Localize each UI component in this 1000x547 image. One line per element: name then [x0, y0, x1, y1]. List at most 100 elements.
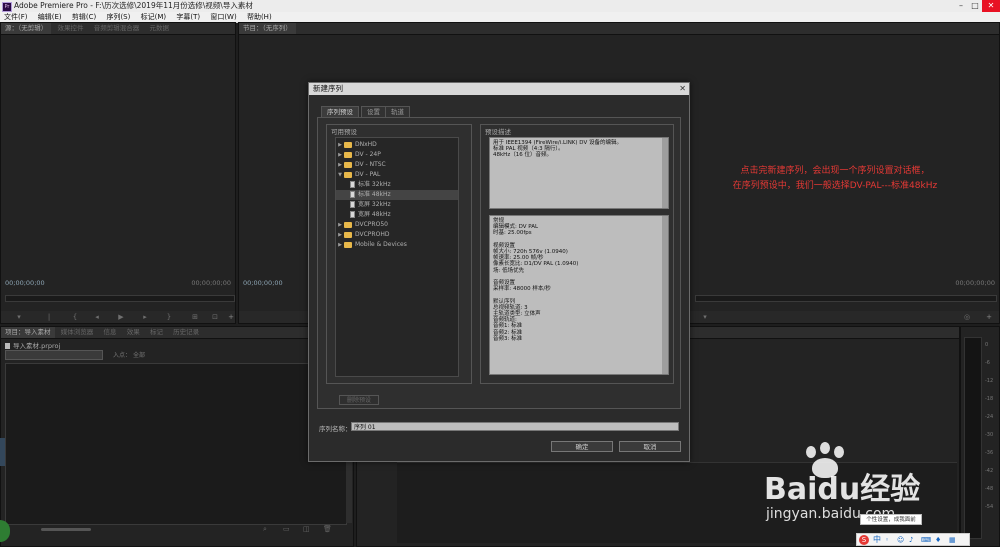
menu-sequence[interactable]: 序列(S): [106, 12, 130, 22]
expand-arrow-icon[interactable]: ▶: [336, 160, 344, 170]
ime-tooltip: 个性设置，成我面前: [860, 514, 922, 525]
search-icon[interactable]: ⌕: [263, 525, 267, 534]
tab-audio-clip-mixer[interactable]: 音频剪辑混合器: [90, 23, 144, 34]
preset-tree: ▶ DNxHD ▶ DV - 24P ▶ DV - NTSC ▼ DV - PAL 标准…: [335, 137, 459, 377]
export-frame-icon[interactable]: ◎: [963, 313, 971, 321]
tab-program[interactable]: 节目：（无序列）: [239, 23, 296, 34]
delete-preset-button[interactable]: 删除预设: [339, 395, 379, 405]
tree-item-widescreen-48khz[interactable]: 宽屏 48kHz: [336, 210, 458, 220]
project-zoom-slider[interactable]: [41, 528, 91, 531]
tree-item-widescreen-32khz[interactable]: 宽屏 32kHz: [336, 200, 458, 210]
tool-strip[interactable]: [0, 438, 5, 466]
expand-arrow-icon[interactable]: ▶: [336, 230, 344, 240]
tree-item-dvcprohd[interactable]: ▶ DVCPROHD: [336, 230, 458, 240]
description-scrollbar[interactable]: [662, 138, 668, 208]
tab-media-browser[interactable]: 媒体浏览器: [57, 327, 98, 338]
project-filter[interactable]: 入点： 全部: [113, 350, 145, 359]
preset-file-icon: [350, 191, 355, 198]
ime-language-label[interactable]: 中: [873, 534, 881, 546]
tree-item-label: DV - NTSC: [355, 161, 386, 168]
expand-arrow-icon[interactable]: ▶: [336, 150, 344, 160]
baidu-brand-text: Baidu经验: [764, 472, 921, 507]
project-filter-label: 入点：: [113, 352, 132, 359]
keyboard-icon[interactable]: ⌨: [921, 534, 931, 546]
tab-metadata[interactable]: 元数据: [145, 23, 173, 34]
mark-in-icon[interactable]: ▾: [15, 313, 23, 321]
menu-help[interactable]: 帮助(H): [247, 12, 272, 22]
collapse-arrow-icon[interactable]: ▼: [336, 170, 344, 180]
step-back-icon[interactable]: ◂: [93, 313, 101, 321]
tree-item-label: DV - 24P: [355, 151, 381, 158]
voice-icon[interactable]: ♪: [909, 534, 913, 546]
folder-icon: [344, 161, 352, 168]
window-title: Adobe Premiere Pro - F:\历次选修\2019年11月份选修…: [14, 1, 253, 10]
toolbox-icon[interactable]: ▦: [949, 534, 956, 546]
dialog-close-icon[interactable]: ✕: [679, 83, 686, 95]
go-to-out-icon[interactable]: }: [165, 313, 173, 321]
folder-icon: [344, 241, 352, 248]
menu-clip[interactable]: 剪辑(C): [72, 12, 96, 22]
menu-window[interactable]: 窗口(W): [210, 12, 236, 22]
project-search-input[interactable]: [5, 350, 103, 360]
insert-icon[interactable]: ⊞: [191, 313, 199, 321]
step-forward-icon[interactable]: ▸: [141, 313, 149, 321]
tree-item-dv-24p[interactable]: ▶ DV - 24P: [336, 150, 458, 160]
details-scrollbar[interactable]: [662, 216, 668, 374]
tree-item-dnxhd[interactable]: ▶ DNxHD: [336, 140, 458, 150]
project-file-row: 导入素材.prproj: [5, 340, 60, 350]
tree-item-label: Mobile & Devices: [355, 241, 407, 248]
add-button-icon[interactable]: +: [227, 313, 235, 321]
details-box: 常规 编辑模式: DV PAL 时基: 25.00fps 视频设置 帧大小: 7…: [489, 215, 669, 375]
skin-icon[interactable]: ♦: [935, 534, 941, 546]
program-add-button-icon[interactable]: +: [985, 313, 993, 321]
meter-label: -24: [985, 414, 994, 420]
play-icon[interactable]: ▶: [117, 313, 125, 321]
close-icon[interactable]: ✕: [982, 0, 1000, 12]
tree-item-label: 宽屏 32kHz: [358, 201, 391, 208]
punctuation-icon[interactable]: ◦: [885, 534, 889, 546]
tab-markers[interactable]: 标记: [146, 327, 167, 338]
audio-meter-panel: [960, 326, 1000, 547]
new-bin-icon[interactable]: ▭: [283, 525, 290, 533]
program-mark-in-icon[interactable]: ▾: [701, 313, 709, 321]
menu-marker[interactable]: 标记(M): [141, 12, 167, 22]
emoji-icon[interactable]: ☺: [897, 534, 904, 546]
expand-arrow-icon[interactable]: ▶: [336, 140, 344, 150]
mark-out-icon[interactable]: |: [45, 313, 53, 321]
expand-arrow-icon[interactable]: ▶: [336, 220, 344, 230]
expand-arrow-icon[interactable]: ▶: [336, 240, 344, 250]
tab-effect-controls[interactable]: 效果控件: [53, 23, 87, 34]
new-item-icon[interactable]: ◫: [303, 525, 310, 533]
overwrite-icon[interactable]: ⊡: [211, 313, 219, 321]
tree-item-standard-48khz[interactable]: 标准 48kHz: [336, 190, 458, 200]
tree-item-label: DVCPRO50: [355, 221, 388, 228]
trash-icon[interactable]: 🗑: [323, 525, 332, 533]
menu-file[interactable]: 文件(F): [4, 12, 28, 22]
project-bin-area[interactable]: [5, 363, 347, 525]
sogou-ime-icon[interactable]: S: [859, 535, 869, 545]
minimize-icon[interactable]: –: [954, 0, 968, 12]
sequence-name-input[interactable]: 序列 01: [351, 422, 679, 431]
tab-history[interactable]: 历史记录: [169, 327, 203, 338]
project-file-name: 导入素材.prproj: [13, 342, 61, 350]
tab-project[interactable]: 项目：导入素材: [1, 327, 55, 338]
go-to-in-icon[interactable]: {: [71, 313, 79, 321]
tree-item-standard-32khz[interactable]: 标准 32kHz: [336, 180, 458, 190]
program-scrubber[interactable]: [695, 295, 997, 302]
tab-source[interactable]: 源：（无剪辑）: [1, 23, 52, 34]
menu-edit[interactable]: 编辑(E): [38, 12, 62, 22]
cancel-button[interactable]: 取消: [619, 441, 681, 452]
source-scrubber[interactable]: [5, 295, 235, 302]
tree-item-dv-ntsc[interactable]: ▶ DV - NTSC: [336, 160, 458, 170]
tab-info[interactable]: 信息: [99, 327, 120, 338]
meter-label: -42: [985, 468, 994, 474]
tree-item-dvcpro50[interactable]: ▶ DVCPRO50: [336, 220, 458, 230]
menu-title[interactable]: 字幕(T): [176, 12, 200, 22]
maximize-icon[interactable]: □: [968, 0, 982, 12]
ime-toolbar: S 中 ◦ ☺ ♪ ⌨ ♦ ▦: [856, 533, 970, 546]
tree-item-dv-pal[interactable]: ▼ DV - PAL: [336, 170, 458, 180]
tree-item-mobile-devices[interactable]: ▶ Mobile & Devices: [336, 240, 458, 250]
description-box: 用于 IEEE1394 (FireWire/i.LINK) DV 设备的编辑。 …: [489, 137, 669, 209]
tab-effects[interactable]: 效果: [123, 327, 144, 338]
ok-button[interactable]: 确定: [551, 441, 613, 452]
